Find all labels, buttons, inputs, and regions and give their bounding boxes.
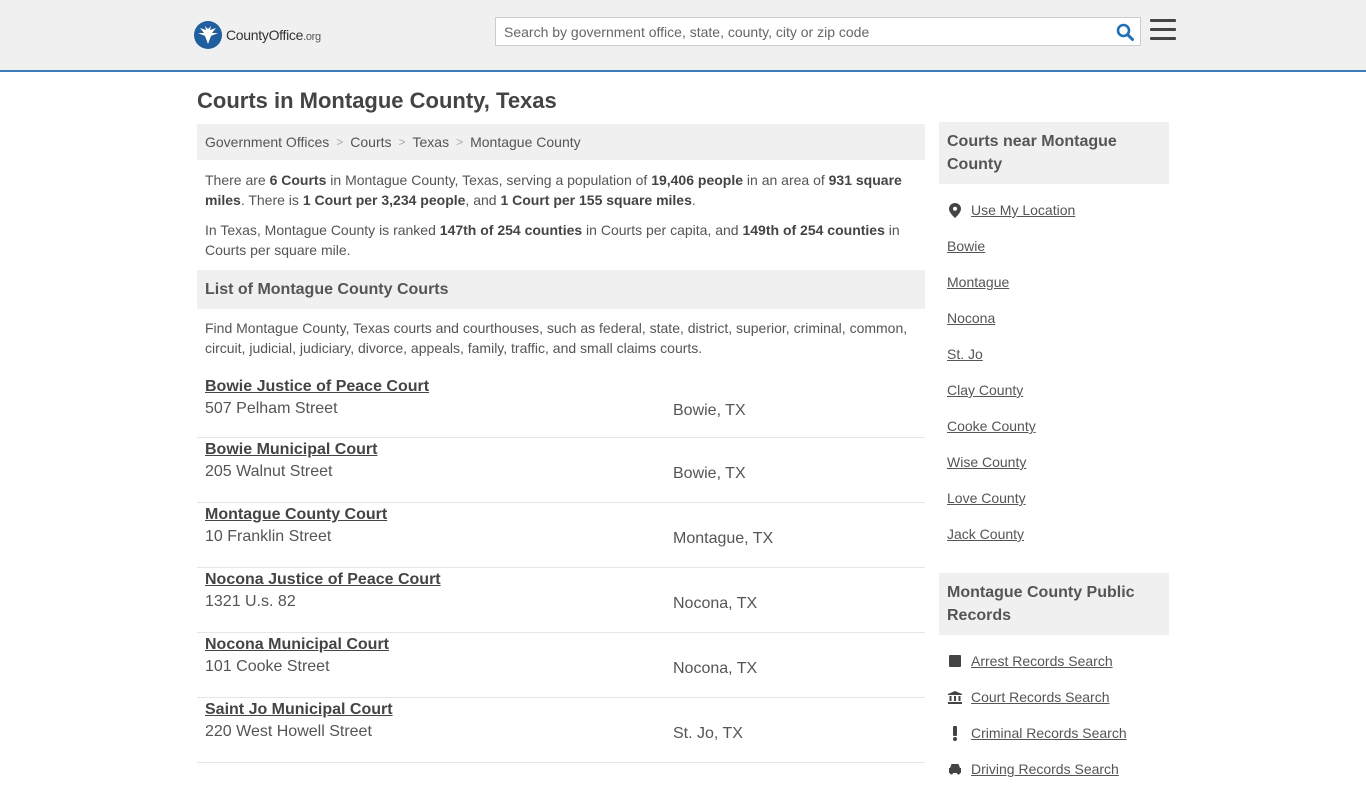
list-item: Driving Records Search <box>947 751 1161 787</box>
public-records-heading: Montague County Public Records <box>939 573 1169 635</box>
breadcrumb: Government Offices > Courts > Texas > Mo… <box>197 124 925 160</box>
main-content: Government Offices > Courts > Texas > Mo… <box>197 124 925 763</box>
list-item: Criminal Records Search <box>947 715 1161 751</box>
eagle-icon <box>194 21 222 49</box>
list-item: Bowie Municipal Court 205 Walnut Street … <box>197 438 925 503</box>
driving-records-link[interactable]: Driving Records Search <box>971 761 1119 777</box>
court-city: Bowie, TX <box>673 402 746 419</box>
use-my-location-link[interactable]: Use My Location <box>971 202 1075 218</box>
list-item: Clay County <box>947 372 1161 408</box>
list-item: Nocona Municipal Court 101 Cooke Street … <box>197 633 925 698</box>
site-logo[interactable]: CountyOffice.org <box>194 21 321 49</box>
list-item: Love County <box>947 480 1161 516</box>
nearby-link[interactable]: Love County <box>947 490 1026 506</box>
search-box <box>495 17 1141 46</box>
search-button[interactable] <box>1110 18 1140 45</box>
list-item: Arrest Records Search <box>947 643 1161 679</box>
list-item: Bowie <box>947 228 1161 264</box>
summary-ranking: In Texas, Montague County is ranked 147t… <box>205 222 900 258</box>
court-city: Bowie, TX <box>673 465 746 482</box>
map-marker-icon <box>947 202 963 218</box>
list-item: Montague County Court 10 Franklin Street… <box>197 503 925 568</box>
court-city: Nocona, TX <box>673 595 758 612</box>
nearby-link[interactable]: St. Jo <box>947 346 983 362</box>
breadcrumb-separator-icon: > <box>398 135 406 149</box>
list-item: Jack County <box>947 516 1161 552</box>
nearby-link[interactable]: Cooke County <box>947 418 1036 434</box>
court-list: Bowie Justice of Peace Court 507 Pelham … <box>197 375 925 763</box>
court-link[interactable]: Saint Jo Municipal Court <box>205 698 925 719</box>
list-item: Saint Jo Municipal Court 220 West Howell… <box>197 698 925 763</box>
court-address: 10 Franklin Street <box>205 528 332 545</box>
search-icon <box>1116 23 1134 41</box>
court-address: 101 Cooke Street <box>205 658 330 675</box>
logo-text: CountyOffice.org <box>226 27 321 43</box>
top-bar: CountyOffice.org <box>0 0 1366 72</box>
court-link[interactable]: Montague County Court <box>205 503 925 524</box>
nearby-courts-heading: Courts near Montague County <box>939 122 1169 184</box>
breadcrumb-separator-icon: > <box>456 135 464 149</box>
list-item: St. Jo <box>947 336 1161 372</box>
list-item: Wise County <box>947 444 1161 480</box>
court-address: 1321 U.s. 82 <box>205 593 296 610</box>
nearby-link[interactable]: Bowie <box>947 238 985 254</box>
court-address: 220 West Howell Street <box>205 723 372 740</box>
sidebar: Courts near Montague County Use My Locat… <box>939 122 1169 787</box>
square-icon <box>947 655 963 667</box>
list-item: Nocona Justice of Peace Court 1321 U.s. … <box>197 568 925 633</box>
court-list-heading: List of Montague County Courts <box>197 270 925 309</box>
nearby-link[interactable]: Jack County <box>947 526 1024 542</box>
breadcrumb-courts[interactable]: Courts <box>350 134 391 150</box>
records-list: Arrest Records Search Court Records Sear… <box>939 635 1169 787</box>
list-item: Montague <box>947 264 1161 300</box>
courthouse-icon <box>947 690 963 704</box>
arrest-records-link[interactable]: Arrest Records Search <box>971 653 1113 669</box>
nearby-link[interactable]: Montague <box>947 274 1009 290</box>
exclamation-icon <box>947 725 963 741</box>
court-address: 507 Pelham Street <box>205 400 338 417</box>
summary: There are 6 Courts in Montague County, T… <box>197 160 925 260</box>
page-title: Courts in Montague County, Texas <box>197 88 557 113</box>
list-item: Cooke County <box>947 408 1161 444</box>
court-city: St. Jo, TX <box>673 725 743 742</box>
nearby-link[interactable]: Nocona <box>947 310 995 326</box>
breadcrumb-texas[interactable]: Texas <box>413 134 450 150</box>
breadcrumb-separator-icon: > <box>336 135 344 149</box>
court-link[interactable]: Nocona Justice of Peace Court <box>205 568 925 589</box>
criminal-records-link[interactable]: Criminal Records Search <box>971 725 1127 741</box>
list-item: Bowie Justice of Peace Court 507 Pelham … <box>197 375 925 438</box>
court-city: Montague, TX <box>673 530 774 547</box>
search-input[interactable] <box>496 18 1110 45</box>
list-item: Court Records Search <box>947 679 1161 715</box>
list-item: Nocona <box>947 300 1161 336</box>
court-link[interactable]: Nocona Municipal Court <box>205 633 925 654</box>
nearby-link[interactable]: Wise County <box>947 454 1026 470</box>
court-list-intro: Find Montague County, Texas courts and c… <box>205 320 908 356</box>
hamburger-menu-icon[interactable] <box>1150 19 1176 43</box>
summary-stats: There are 6 Courts in Montague County, T… <box>205 172 902 208</box>
court-city: Nocona, TX <box>673 660 758 677</box>
nearby-link[interactable]: Clay County <box>947 382 1023 398</box>
use-location-item: Use My Location <box>947 192 1161 228</box>
court-records-link[interactable]: Court Records Search <box>971 689 1110 705</box>
breadcrumb-current: Montague County <box>470 134 581 150</box>
breadcrumb-government-offices[interactable]: Government Offices <box>205 134 329 150</box>
court-link[interactable]: Bowie Justice of Peace Court <box>205 375 925 396</box>
court-address: 205 Walnut Street <box>205 463 333 480</box>
nearby-list: Use My Location Bowie Montague Nocona St… <box>939 184 1169 552</box>
car-icon <box>947 763 963 775</box>
court-link[interactable]: Bowie Municipal Court <box>205 438 925 459</box>
